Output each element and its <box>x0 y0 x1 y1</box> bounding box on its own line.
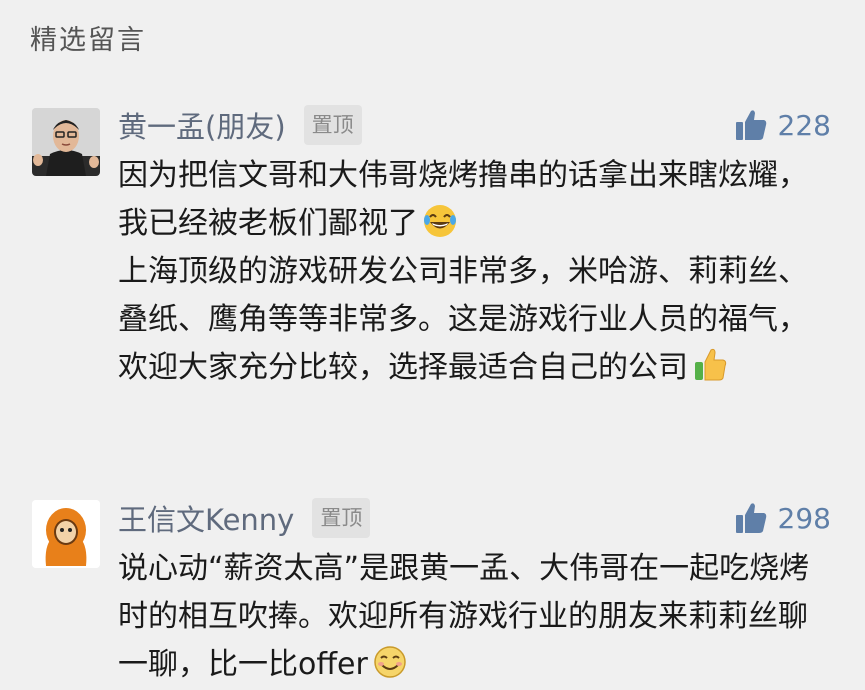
pinned-badge: 置顶 <box>312 498 371 538</box>
pinned-badge: 置顶 <box>303 105 362 145</box>
comment-header: 黄一孟(朋友) 置顶 <box>118 105 362 145</box>
comment-text: 说心动“薪资太高”是跟黄一孟、大伟哥在一起吃烧烤时的相互吹捧。欢迎所有游戏行业的… <box>118 545 833 689</box>
avatar[interactable] <box>32 500 100 568</box>
section-title: 精选留言 <box>30 25 146 56</box>
like-button[interactable]: 228 <box>734 105 831 145</box>
comment-paragraph: 说心动“薪资太高”是跟黄一孟、大伟哥在一起吃烧烤时的相互吹捧。欢迎所有游戏行业的… <box>118 551 810 682</box>
comment-text: 因为把信文哥和大伟哥烧烤撸串的话拿出来瞎炫耀，我已经被老板们鄙视了 上海顶级的游… <box>118 152 833 392</box>
commenter-name[interactable]: 黄一孟(朋友) <box>118 104 286 146</box>
comment-paragraph: 因为把信文哥和大伟哥烧烤撸串的话拿出来瞎炫耀，我已经被老板们鄙视了 <box>118 158 808 241</box>
thumbs-up-icon[interactable] <box>734 108 768 142</box>
smile-emoji <box>374 646 406 678</box>
commenter-name[interactable]: 王信文Kenny <box>118 497 294 539</box>
laughing-tears-emoji <box>424 205 456 237</box>
thumbs-up-icon[interactable] <box>734 501 768 535</box>
thumbs-up-emoji <box>695 348 727 381</box>
avatar[interactable] <box>32 108 100 176</box>
like-button[interactable]: 298 <box>734 498 831 538</box>
like-count: 228 <box>777 108 831 142</box>
comment-header: 王信文Kenny 置顶 <box>118 497 371 539</box>
like-count: 298 <box>777 501 831 535</box>
